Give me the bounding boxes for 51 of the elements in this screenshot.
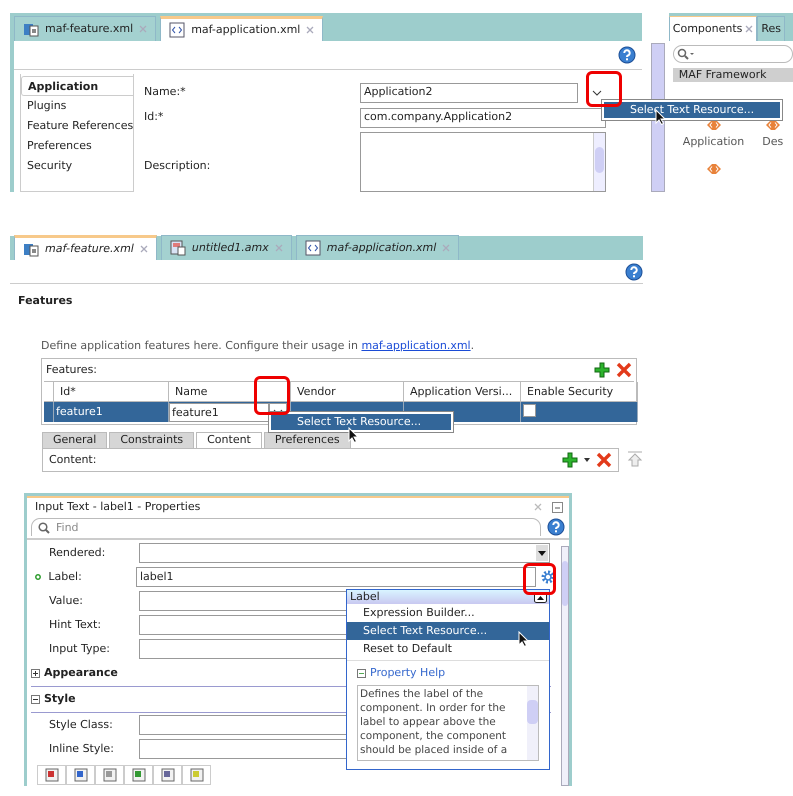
field-label: Description:: [144, 159, 210, 172]
input-field[interactable]: com.company.Application2: [360, 108, 606, 128]
panel-title: Input Text - label1 - Properties: [35, 500, 200, 514]
file-tab[interactable]: untitled1.amx: [160, 235, 292, 260]
field-label: Content:: [49, 452, 96, 466]
section-header[interactable]: Appearance: [44, 665, 118, 682]
sub-tab[interactable]: General: [42, 432, 108, 448]
input-field[interactable]: label1: [136, 567, 536, 587]
nav-item[interactable]: Application: [21, 76, 133, 96]
property-label: Rendered:: [49, 544, 106, 561]
search-field[interactable]: Find: [31, 518, 541, 536]
property-label: Style Class:: [49, 716, 113, 733]
property-label: Label:: [48, 568, 82, 585]
file-tab[interactable]: maf-application.xml: [160, 16, 324, 41]
help-title[interactable]: Property Help: [370, 665, 446, 682]
menu-item[interactable]: Reset to Default: [347, 640, 549, 658]
component-label[interactable]: Application: [682, 134, 744, 150]
nav-item[interactable]: Preferences: [21, 136, 133, 156]
panel-tab[interactable]: Components: [668, 16, 758, 41]
field-label: Name:*: [144, 85, 186, 98]
file-tab[interactable]: maf-feature.xml: [14, 16, 156, 41]
property-label: Input Type:: [49, 640, 110, 657]
table-title: Features:: [46, 362, 98, 376]
file-tab[interactable]: maf-application.xml: [296, 235, 460, 260]
category-dropdown[interactable]: MAF Framework: [672, 68, 793, 82]
help-text: Defines the label of the component. In order for the label to appear above the component, the component should be placed inside of a: [359, 686, 508, 758]
sub-tab[interactable]: Constraints: [109, 432, 194, 448]
sub-tab[interactable]: Content: [196, 432, 262, 448]
field-label: Id:*: [144, 110, 164, 124]
file-tab[interactable]: maf-feature.xml: [14, 235, 157, 260]
table-cell: feature1: [54, 402, 169, 422]
property-label: Inline Style:: [49, 740, 114, 757]
popup-title: Label: [350, 590, 380, 603]
section-heading: Features: [18, 294, 72, 307]
component-label[interactable]: Des: [762, 134, 784, 150]
name-field[interactable]: feature1: [169, 402, 269, 422]
name-field[interactable]: Application2: [360, 82, 578, 102]
menu-item[interactable]: Select Text Resource...: [604, 102, 780, 118]
property-label: Value:: [49, 592, 83, 609]
menu-item[interactable]: Expression Builder...: [347, 604, 549, 622]
file-link[interactable]: maf-application.xml: [361, 338, 471, 352]
nav-item[interactable]: Security: [21, 156, 133, 176]
menu-item[interactable]: Select Text Resource...: [347, 622, 549, 640]
nav-item[interactable]: Plugins: [21, 96, 133, 116]
property-label: Hint Text:: [49, 616, 102, 633]
panel-tab[interactable]: Res: [757, 16, 786, 41]
section-header[interactable]: Style: [44, 691, 76, 708]
menu-item[interactable]: Select Text Resource...: [271, 414, 451, 430]
sub-tab[interactable]: Preferences: [264, 432, 351, 448]
description-text: Define application features here. Configure their usage in maf-application.xml.: [40, 338, 476, 354]
nav-item[interactable]: Feature References: [21, 116, 133, 136]
